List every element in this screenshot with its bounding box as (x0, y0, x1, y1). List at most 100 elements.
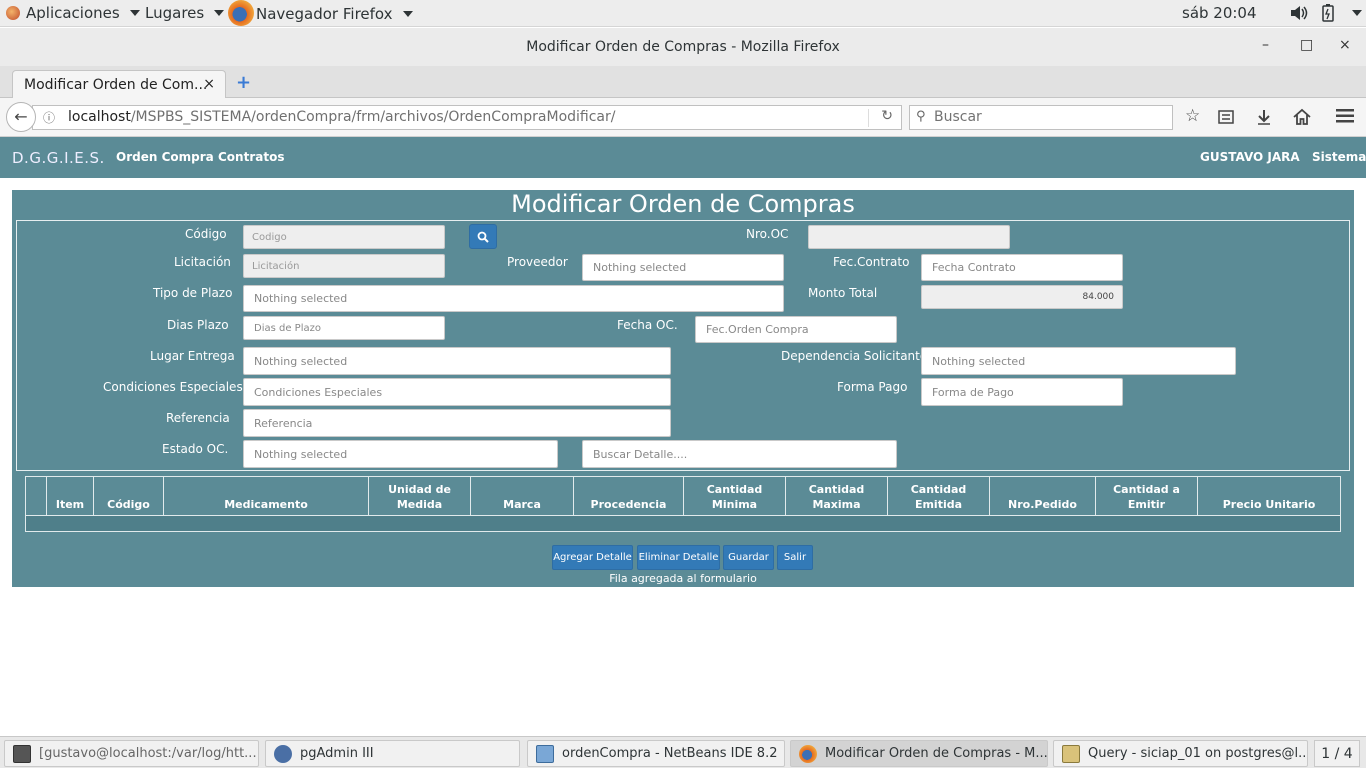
clock-label: sáb 20:04 (1182, 4, 1257, 22)
dependencia-select[interactable]: Nothing selected (921, 347, 1236, 375)
gnome-top-bar: Aplicaciones Lugares Navegador Firefox s… (0, 0, 1366, 27)
reload-icon[interactable]: ↻ (881, 108, 893, 124)
column-header[interactable]: Nro.Pedido (990, 477, 1096, 517)
applications-menu[interactable]: Aplicaciones (6, 4, 140, 22)
volume-icon (1291, 6, 1308, 20)
firefox-icon (799, 744, 817, 763)
column-header[interactable]: Cantidad Emitida (888, 477, 990, 517)
taskbar-item-query[interactable]: Query - siciap_01 on postgres@l... (1053, 740, 1308, 767)
maximize-button[interactable]: □ (1300, 37, 1313, 53)
codigo-input[interactable]: Codigo (243, 225, 445, 249)
workspace-pager[interactable]: 1 / 4 (1314, 740, 1360, 767)
table-body (25, 516, 1341, 532)
page-title: Modificar Orden de Compras (511, 190, 855, 218)
minimize-button[interactable]: – (1262, 37, 1269, 53)
pgadmin-icon (274, 744, 292, 763)
column-header[interactable]: Procedencia (574, 477, 684, 517)
taskbar-item-netbeans[interactable]: ordenCompra - NetBeans IDE 8.2 (527, 740, 785, 767)
close-window-button[interactable]: × (1339, 37, 1351, 53)
column-header[interactable]: Medicamento (164, 477, 369, 517)
dependencia-label: Dependencia Solicitante (781, 349, 928, 363)
url-path: /MSPBS_SISTEMA/ordenCompra/frm/archivos/… (130, 109, 616, 125)
column-header[interactable]: Cantidad Maxima (786, 477, 888, 517)
system-menu[interactable]: Sistema (1312, 150, 1366, 164)
search-placeholder: Buscar (934, 109, 982, 125)
brand-link[interactable]: D.G.G.I.E.S. (12, 149, 105, 167)
dias-plazo-label: Dias Plazo (167, 318, 229, 332)
menu-contratos[interactable]: Contratos (218, 150, 284, 164)
proveedor-select[interactable]: Nothing selected (582, 254, 784, 281)
buscar-detalle-input[interactable]: Buscar Detalle.... (582, 440, 897, 468)
estado-oc-label: Estado OC. (162, 442, 229, 456)
estado-oc-select[interactable]: Nothing selected (243, 440, 558, 468)
taskbar-item-firefox[interactable]: Modificar Orden de Compras - M... (790, 740, 1048, 767)
detalle-table: Item Código Medicamento Unidad de Medida… (25, 476, 1341, 533)
agregar-detalle-button[interactable]: Agregar Detalle (552, 545, 633, 570)
fec-contrato-label: Fec.Contrato (833, 255, 910, 269)
guardar-button[interactable]: Guardar (723, 545, 774, 570)
url-host: localhost (68, 109, 131, 125)
places-menu[interactable]: Lugares (145, 4, 225, 22)
system-tray[interactable] (1290, 4, 1362, 22)
active-app-menu[interactable]: Navegador Firefox (228, 0, 413, 26)
monto-total-input[interactable]: 84.000 (921, 285, 1123, 309)
monto-total-label: Monto Total (808, 286, 878, 300)
netbeans-icon (536, 744, 554, 763)
clock[interactable]: sáb 20:04 (1182, 4, 1257, 22)
taskbar-item-pgadmin[interactable]: pgAdmin III (265, 740, 520, 767)
column-header[interactable]: Item (47, 477, 94, 517)
close-tab-icon[interactable]: × (203, 76, 215, 92)
download-icon[interactable] (1256, 109, 1272, 125)
condiciones-input[interactable]: Condiciones Especiales (243, 378, 671, 406)
taskbar: [gustavo@localhost:/var/log/htt... pgAdm… (0, 736, 1366, 768)
tipo-plazo-label: Tipo de Plazo (153, 286, 233, 300)
tipo-plazo-select[interactable]: Nothing selected (243, 285, 784, 312)
codigo-search-button[interactable] (469, 224, 497, 249)
licitacion-label: Licitación (174, 255, 231, 269)
search-bar[interactable]: ⚲ Buscar (909, 105, 1173, 130)
nro-oc-label: Nro.OC (746, 227, 789, 241)
salir-button[interactable]: Salir (777, 545, 813, 570)
menu-hamburger-icon[interactable] (1336, 109, 1354, 123)
dias-plazo-input[interactable]: Dias de Plazo (243, 316, 445, 340)
window-title: Modificar Orden de Compras - Mozilla Fir… (526, 39, 840, 55)
fecha-oc-input[interactable]: Fec.Orden Compra (695, 316, 897, 343)
places-label: Lugares (145, 4, 205, 22)
active-app-label: Navegador Firefox (256, 5, 393, 23)
column-header[interactable]: Precio Unitario (1198, 477, 1340, 517)
bookmarks-library-icon[interactable] (1218, 109, 1234, 125)
battery-icon (1322, 4, 1334, 22)
eliminar-detalle-button[interactable]: Eliminar Detalle (637, 545, 720, 570)
app-navbar: D.G.G.I.E.S. Orden Compra Contratos GUST… (0, 137, 1366, 178)
navigation-bar: ⓘ localhost/MSPBS_SISTEMA/ordenCompra/fr… (0, 98, 1366, 137)
column-header[interactable] (26, 477, 47, 517)
user-menu[interactable]: GUSTAVO JARA (1200, 150, 1300, 164)
url-bar[interactable]: ⓘ localhost/MSPBS_SISTEMA/ordenCompra/fr… (32, 105, 902, 130)
tab-label: Modificar Orden de Com... (24, 77, 208, 93)
search-icon (477, 231, 489, 243)
window-titlebar: Modificar Orden de Compras - Mozilla Fir… (0, 28, 1366, 66)
taskbar-item-label: Modificar Orden de Compras - M... (825, 746, 1048, 761)
fec-contrato-input[interactable]: Fecha Contrato (921, 254, 1123, 281)
column-header[interactable]: Código (94, 477, 164, 517)
referencia-input[interactable]: Referencia (243, 409, 671, 437)
new-tab-button[interactable]: + (236, 72, 251, 93)
back-button[interactable]: ← (6, 102, 36, 132)
home-icon[interactable] (1293, 108, 1311, 125)
menu-orden-compra[interactable]: Orden Compra (116, 150, 214, 164)
column-header[interactable]: Marca (471, 477, 574, 517)
taskbar-item-terminal[interactable]: [gustavo@localhost:/var/log/htt... (4, 740, 259, 767)
nro-oc-input[interactable] (808, 225, 1010, 249)
licitacion-input[interactable]: Licitación (243, 254, 445, 278)
lugar-entrega-select[interactable]: Nothing selected (243, 347, 671, 375)
column-header[interactable]: Cantidad Minima (684, 477, 786, 517)
column-header[interactable]: Unidad de Medida (369, 477, 471, 517)
forma-pago-input[interactable]: Forma de Pago (921, 378, 1123, 406)
info-icon[interactable]: ⓘ (43, 109, 55, 126)
bookmark-star-icon[interactable]: ☆ (1185, 106, 1200, 126)
chevron-down-icon (129, 10, 140, 16)
taskbar-item-label: Query - siciap_01 on postgres@l... (1088, 746, 1308, 761)
status-message: Fila agregada al formulario (609, 572, 757, 585)
column-header[interactable]: Cantidad a Emitir (1096, 477, 1198, 517)
tab-modificar-orden[interactable]: Modificar Orden de Com... × (12, 70, 226, 99)
